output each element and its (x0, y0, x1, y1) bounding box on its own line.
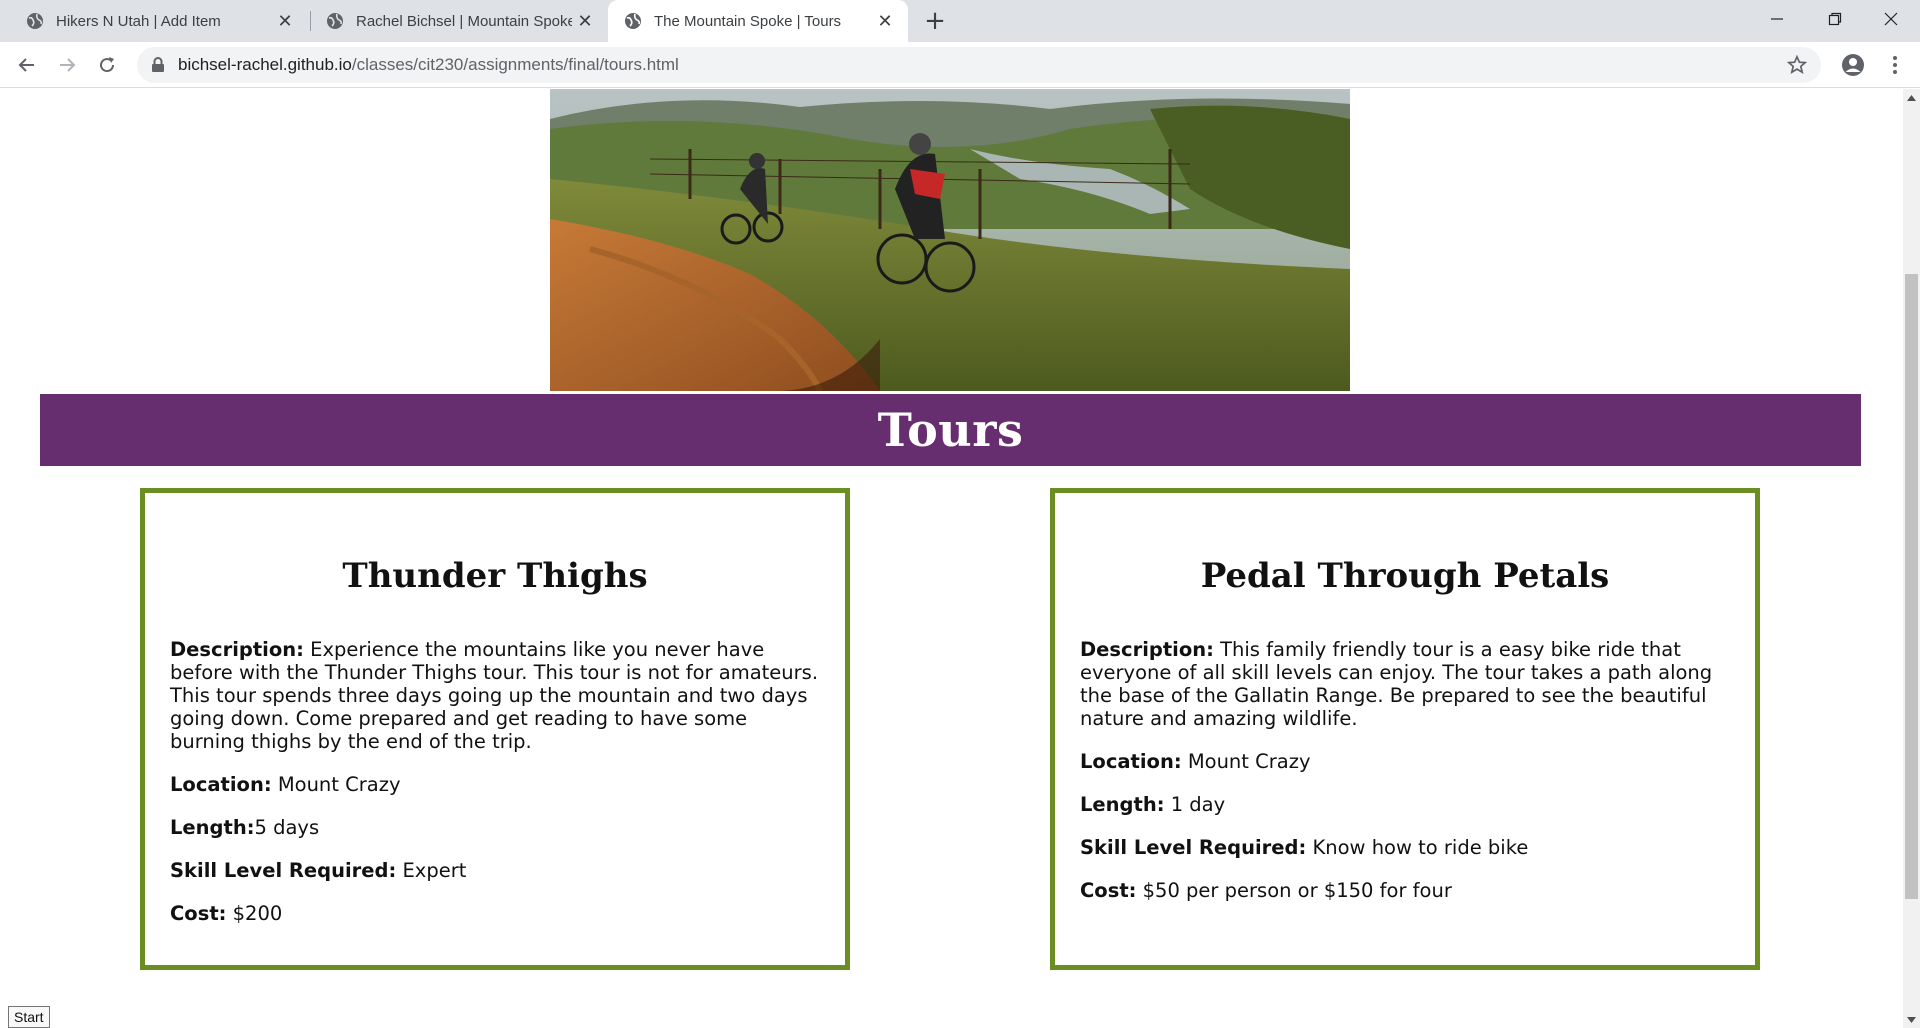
minimize-button[interactable] (1748, 0, 1806, 38)
tour-length: Length:5 days (170, 816, 820, 839)
tour-cost: Cost: $200 (170, 902, 820, 925)
back-arrow-icon (18, 58, 34, 72)
close-icon[interactable]: ✕ (872, 8, 898, 34)
profile-icon (1842, 54, 1864, 76)
description-label: Description: (1080, 638, 1214, 661)
close-icon (1884, 12, 1898, 26)
skill-value: Know how to ride bike (1306, 836, 1529, 859)
close-icon[interactable]: ✕ (572, 8, 598, 34)
close-window-button[interactable] (1862, 0, 1920, 38)
bookmark-button[interactable] (1785, 53, 1809, 77)
length-label: Length: (170, 816, 255, 839)
tab-title: The Mountain Spoke | Tours (654, 12, 842, 30)
tour-location: Location: Mount Crazy (1080, 750, 1730, 773)
reload-button[interactable] (92, 50, 122, 80)
page-viewport: Tours Thunder Thighs Description: Experi… (0, 89, 1903, 1028)
minimize-icon (1771, 18, 1783, 20)
url-host: bichsel-rachel.github.io (178, 55, 352, 74)
browser-toolbar: bichsel-rachel.github.io/classes/cit230/… (0, 42, 1920, 88)
profile-button[interactable] (1838, 50, 1868, 80)
forward-arrow-icon (60, 58, 76, 72)
tab-title: Hikers N Utah | Add Item (56, 12, 221, 30)
length-label: Length: (1080, 793, 1165, 816)
globe-icon (27, 13, 43, 29)
scroll-up-arrow-icon[interactable] (1903, 89, 1920, 106)
tour-description: Description: This family friendly tour i… (1080, 638, 1730, 730)
mountain-bikers-image (550, 89, 1350, 391)
tab-strip: Hikers N Utah | Add Item ✕ Rachel Bichse… (0, 0, 1920, 42)
new-tab-button[interactable]: + (920, 6, 950, 36)
skill-label: Skill Level Required: (170, 859, 397, 882)
lock-icon (152, 57, 164, 72)
length-value: 5 days (254, 816, 320, 839)
tour-description: Description: Experience the mountains li… (170, 638, 820, 753)
star-icon (1787, 55, 1807, 74)
skill-label: Skill Level Required: (1080, 836, 1307, 859)
tab-hikers-n-utah[interactable]: Hikers N Utah | Add Item ✕ (0, 0, 308, 42)
hero-image (550, 89, 1350, 391)
url-text[interactable]: bichsel-rachel.github.io/classes/cit230/… (178, 47, 679, 83)
start-button[interactable]: Start (8, 1006, 50, 1028)
location-value: Mount Crazy (271, 773, 401, 796)
tour-card-thunder-thighs: Thunder Thighs Description: Experience t… (140, 488, 850, 970)
cost-value: $200 (226, 902, 283, 925)
tab-mountain-spoke-tours[interactable]: The Mountain Spoke | Tours ✕ (608, 0, 908, 42)
tab-title: Rachel Bichsel | Mountain Spoke (356, 12, 572, 30)
scroll-down-arrow-icon[interactable] (1903, 1011, 1920, 1028)
close-icon[interactable]: ✕ (272, 8, 298, 34)
browser-menu-button[interactable] (1880, 50, 1910, 80)
location-label: Location: (1080, 750, 1182, 773)
back-button[interactable] (12, 50, 42, 80)
location-label: Location: (170, 773, 272, 796)
description-label: Description: (170, 638, 304, 661)
location-value: Mount Crazy (1181, 750, 1311, 773)
tour-location: Location: Mount Crazy (170, 773, 820, 796)
tours-banner: Tours (40, 394, 1861, 466)
restore-button[interactable] (1806, 0, 1864, 38)
tour-card-pedal-through-petals: Pedal Through Petals Description: This f… (1050, 488, 1760, 970)
cost-label: Cost: (1080, 879, 1137, 902)
globe-icon (625, 13, 641, 29)
tour-skill-level: Skill Level Required: Know how to ride b… (1080, 836, 1730, 859)
cost-label: Cost: (170, 902, 227, 925)
menu-dots-icon (1893, 56, 1897, 74)
page-scrollbar[interactable] (1903, 89, 1920, 1028)
globe-icon (327, 13, 343, 29)
tab-rachel-bichsel[interactable]: Rachel Bichsel | Mountain Spoke ✕ (312, 0, 608, 42)
tour-skill-level: Skill Level Required: Expert (170, 859, 820, 882)
page-title: Tours (877, 403, 1024, 457)
restore-icon (1828, 12, 1842, 26)
length-value: 1 day (1164, 793, 1226, 816)
scrollbar-thumb[interactable] (1905, 274, 1918, 899)
tour-title: Thunder Thighs (342, 556, 648, 596)
tour-title: Pedal Through Petals (1200, 556, 1610, 596)
reload-icon (100, 57, 115, 73)
tour-length: Length: 1 day (1080, 793, 1730, 816)
cost-value: $50 per person or $150 for four (1136, 879, 1452, 902)
skill-value: Expert (396, 859, 467, 882)
tour-cost: Cost: $50 per person or $150 for four (1080, 879, 1730, 902)
url-path: /classes/cit230/assignments/final/tours.… (351, 55, 679, 74)
tab-separator (310, 11, 311, 31)
address-bar[interactable]: bichsel-rachel.github.io/classes/cit230/… (137, 47, 1821, 83)
forward-button[interactable] (52, 50, 82, 80)
